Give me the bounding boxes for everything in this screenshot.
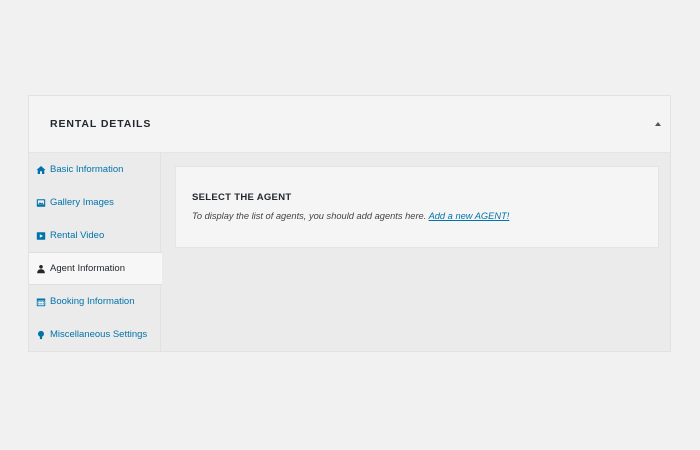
panel-title: RENTAL DETAILS [50,118,152,130]
content-description: To display the list of agents, you shoul… [192,211,427,221]
tab-booking-information[interactable]: Booking Information [29,285,160,318]
panel-header[interactable]: RENTAL DETAILS [29,96,670,153]
tabs-sidebar: Basic Information Gallery Images Rental … [29,153,162,351]
tab-label: Gallery Images [50,197,114,208]
tab-rental-video[interactable]: Rental Video [29,219,160,252]
lightbulb-icon [36,330,46,340]
agent-icon [36,264,46,274]
rental-details-panel: RENTAL DETAILS Basic Information Gallery… [28,95,671,352]
content-text: To display the list of agents, you shoul… [192,211,509,221]
tab-miscellaneous-settings[interactable]: Miscellaneous Settings [29,318,160,351]
tab-label: Agent Information [50,263,125,274]
agent-content-box: SELECT THE AGENT To display the list of … [175,166,659,248]
tab-label: Miscellaneous Settings [50,329,148,340]
add-new-agent-link[interactable]: Add a new AGENT! [429,211,510,221]
content-title: SELECT THE AGENT [192,192,292,203]
video-icon [36,231,46,241]
tab-gallery-images[interactable]: Gallery Images [29,186,160,219]
home-icon [36,165,46,175]
tab-basic-information[interactable]: Basic Information [29,153,160,186]
calendar-icon [36,297,46,307]
tab-label: Rental Video [50,230,105,241]
collapse-toggle-icon[interactable] [655,122,661,126]
tab-label: Booking Information [50,296,135,307]
tab-label: Basic Information [50,164,124,175]
images-icon [36,198,46,208]
tab-agent-information[interactable]: Agent Information [29,252,162,285]
